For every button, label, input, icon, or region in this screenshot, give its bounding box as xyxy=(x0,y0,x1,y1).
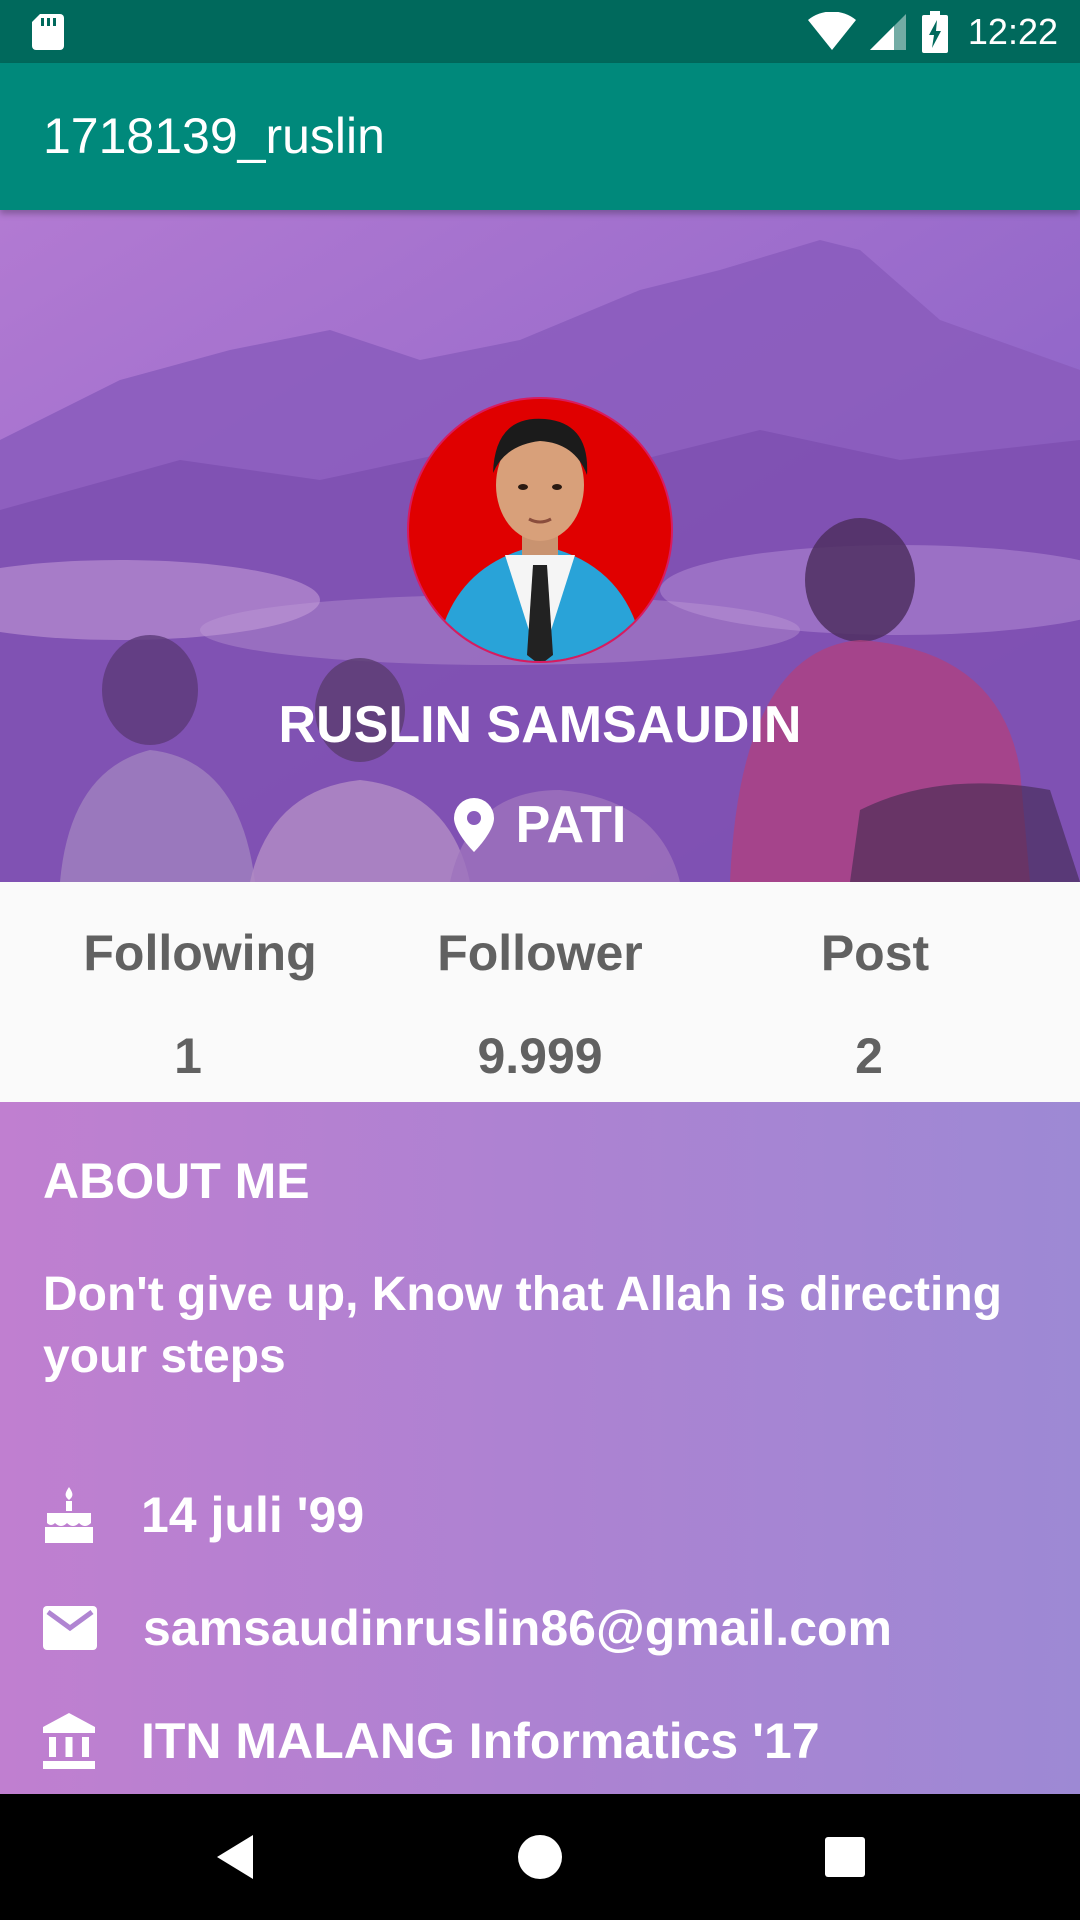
app-bar: 1718139_ruslin xyxy=(0,63,1080,210)
sd-card-icon xyxy=(32,14,64,50)
recents-icon[interactable] xyxy=(815,1827,875,1887)
location-text: PATI xyxy=(515,796,627,854)
stat-follower-label: Follower xyxy=(437,925,643,981)
location-row: PATI xyxy=(0,795,1080,855)
status-bar: 12:22 xyxy=(0,0,1080,63)
stat-post-label: Post xyxy=(820,925,930,981)
location-pin-icon xyxy=(453,798,494,852)
email-icon xyxy=(43,1606,97,1650)
email-text[interactable]: samsaudinruslin86@gmail.com xyxy=(143,1599,892,1657)
battery-charging-icon xyxy=(921,11,948,53)
education-row: ITN MALANG Informatics '17 xyxy=(43,1712,820,1770)
profile-header: RUSLIN SAMSAUDIN PATI xyxy=(0,210,1080,882)
profile-name: RUSLIN SAMSAUDIN xyxy=(278,696,802,754)
about-section: ABOUT ME Don't give up, Know that Allah … xyxy=(0,1102,1080,1794)
home-icon[interactable] xyxy=(510,1827,570,1887)
about-heading: ABOUT ME xyxy=(43,1153,310,1209)
navigation-bar xyxy=(0,1794,1080,1920)
birthday-row: 14 juli '99 xyxy=(43,1486,364,1544)
wifi-icon xyxy=(807,12,856,50)
cake-icon xyxy=(45,1487,93,1543)
stat-post-value: 2 xyxy=(855,1028,883,1084)
education-text: ITN MALANG Informatics '17 xyxy=(141,1713,820,1769)
profile-screen: 12:22 1718139_ruslin RUSLIN SAMSAUDIN PA… xyxy=(0,0,1080,1920)
stat-following-label: Following xyxy=(83,925,317,981)
birthday-text: 14 juli '99 xyxy=(141,1487,365,1543)
email-row[interactable]: samsaudinruslin86@gmail.com xyxy=(43,1599,892,1657)
app-title: 1718139_ruslin xyxy=(43,108,385,164)
institution-icon xyxy=(43,1713,95,1769)
signal-icon xyxy=(869,14,906,50)
status-time: 12:22 xyxy=(967,11,1058,52)
about-quote: Don't give up, Know that Allah is direct… xyxy=(43,1268,1002,1383)
status-icons: 12:22 xyxy=(807,10,1058,54)
avatar[interactable] xyxy=(405,395,675,665)
stat-following-value: 1 xyxy=(174,1028,202,1084)
stat-follower-value: 9.999 xyxy=(477,1028,603,1084)
stats-panel: Following 1 Follower 9.999 Post 2 xyxy=(0,882,1080,1102)
back-icon[interactable] xyxy=(205,1827,265,1887)
